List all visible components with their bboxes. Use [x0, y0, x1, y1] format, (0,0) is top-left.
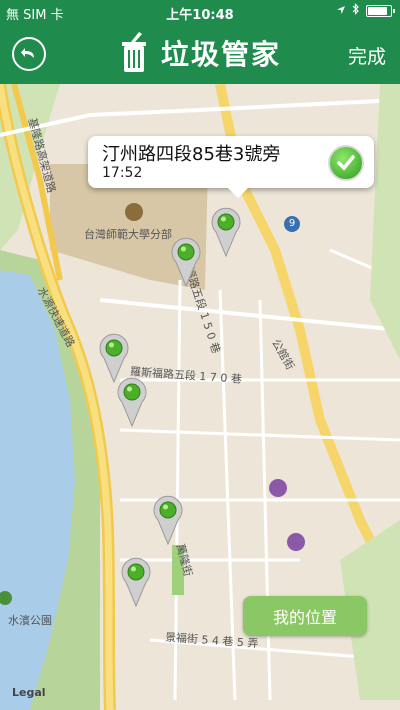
trash-can-icon	[121, 32, 146, 72]
trash-point-pin[interactable]	[150, 492, 186, 546]
map-pin-icon	[153, 495, 183, 546]
location-arrow-icon	[336, 4, 346, 19]
confirm-button[interactable]	[328, 145, 364, 181]
trash-point-pin[interactable]	[114, 374, 150, 428]
nav-bar: 垃圾管家 完成	[0, 24, 400, 84]
trash-point-pin[interactable]	[168, 234, 204, 288]
map-pin-icon	[211, 207, 241, 258]
callout-address: 汀州路四段85巷3號旁	[102, 144, 281, 165]
status-bar: 無 SIM 卡 上午10:48	[0, 0, 400, 24]
status-icons	[336, 3, 395, 19]
map-label-university: 台灣師範大學分部	[84, 228, 172, 241]
check-icon	[337, 155, 355, 171]
map-pin-icon	[171, 237, 201, 288]
map-pin-icon	[121, 557, 151, 608]
trash-point-pin[interactable]	[208, 204, 244, 258]
road-shield-9: 9	[284, 216, 300, 232]
done-button[interactable]: 完成	[348, 42, 386, 69]
legal-link[interactable]: Legal	[12, 686, 46, 699]
map-pin-icon	[117, 377, 147, 428]
map-label-park: 水濱公園	[8, 614, 52, 627]
bluetooth-icon	[352, 3, 360, 19]
battery-icon	[366, 5, 395, 17]
page-title: 垃圾管家	[160, 38, 281, 71]
location-callout[interactable]: 汀州路四段85巷3號旁 17:52	[88, 136, 374, 198]
title-group: 垃圾管家	[0, 32, 400, 74]
my-location-button[interactable]: 我的位置	[243, 596, 367, 636]
trash-point-pin[interactable]	[118, 554, 154, 608]
callout-time: 17:52	[102, 165, 143, 181]
